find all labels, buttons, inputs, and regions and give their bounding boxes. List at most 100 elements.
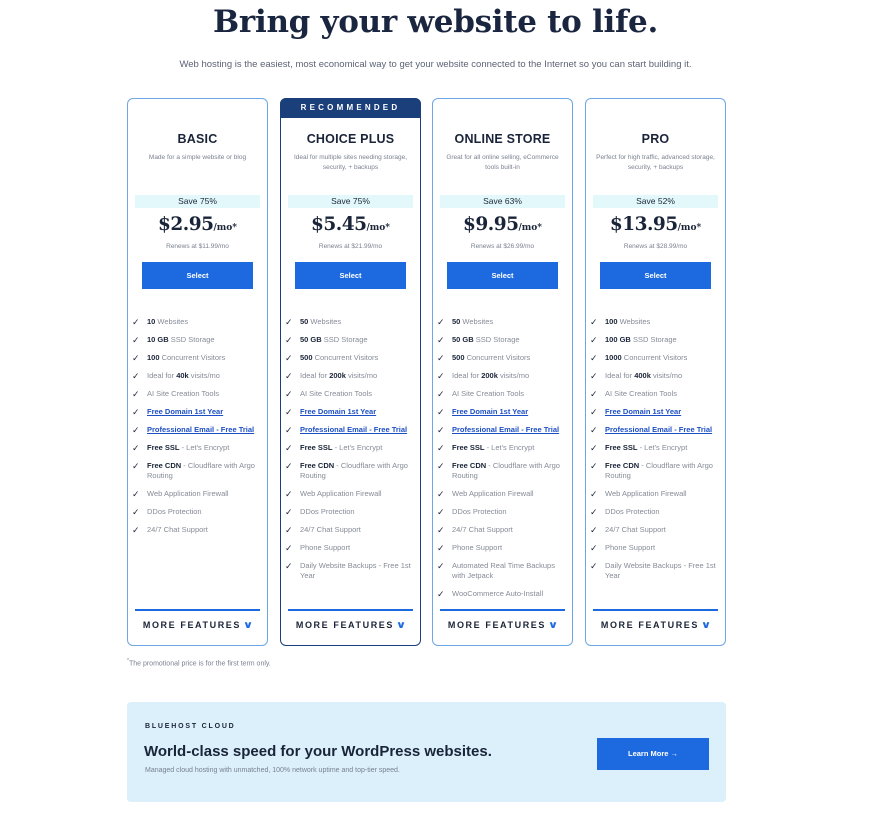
feature-highlight: Free SSL [300,443,333,452]
feature-item[interactable]: ✓ Free Domain 1st Year [590,407,721,417]
feature-highlight: Free SSL [452,443,485,452]
cloud-eyebrow: BLUEHOST CLOUD [145,723,236,730]
feature-text: 24/7 Chat Support [300,525,361,534]
learn-more-button[interactable]: Learn More → [597,738,709,770]
feature-item[interactable]: ✓ Free Domain 1st Year [285,407,416,417]
check-icon: ✓ [285,335,293,345]
feature-text: Phone Support [300,543,351,552]
save-badge: Save 75% [288,195,413,208]
feature-item: ✓ Free SSL - Let's Encrypt [285,443,416,453]
check-icon: ✓ [590,389,598,399]
plan-card-pro: PRO Perfect for high traffic, advanced s… [585,98,726,646]
check-icon: ✓ [590,543,598,553]
feature-text: 24/7 Chat Support [452,525,513,534]
check-icon: ✓ [132,461,140,471]
feature-item: ✓ Free CDN - Cloudflare with Argo Routing [590,461,721,481]
feature-item: ✓ DDos Protection [590,507,721,517]
feature-item: ✓ 500 Concurrent Visitors [437,353,568,363]
save-badge: Save 52% [593,195,718,208]
feature-link[interactable]: Professional Email - Free Trial [452,425,559,434]
feature-item: ✓ Ideal for 400k visits/mo [590,371,721,381]
feature-item: ✓ AI Site Creation Tools [285,389,416,399]
renewal-price: Renews at $11.99/mo [166,243,229,250]
feature-text: Concurrent Visitors [464,353,531,362]
feature-text: Web Application Firewall [300,489,382,498]
feature-list: ✓ 50 Websites ✓ 50 GB SSD Storage ✓ 500 Concu… [437,317,568,607]
price-amount: $13.95 [609,214,678,235]
more-features-toggle[interactable]: MORE FEATURES ∨ [128,620,267,631]
more-features-toggle[interactable]: MORE FEATURES ∨ [586,620,725,631]
feature-link[interactable]: Professional Email - Free Trial [147,425,254,434]
plan-price: $5.45/mo* [281,214,420,235]
feature-item[interactable]: ✓ Professional Email - Free Trial [590,425,721,435]
feature-text: SSD Storage [630,335,677,344]
feature-highlight: 1000 [605,353,622,362]
check-icon: ✓ [285,371,293,381]
check-icon: ✓ [590,425,598,435]
more-features-toggle[interactable]: MORE FEATURES ∨ [433,620,572,631]
feature-text: Websites [308,317,342,326]
plan-description: Made for a simple website or blog [148,154,247,161]
feature-item[interactable]: ✓ Professional Email - Free Trial [285,425,416,435]
check-icon: ✓ [590,443,598,453]
plan-price: $2.95/mo* [128,214,267,235]
feature-item: ✓ Automated Real Time Backups with Jetpac… [437,561,568,581]
check-icon: ✓ [437,407,445,417]
feature-highlight: 10 GB [147,335,169,344]
renewal-price: Renews at $28.99/mo [623,243,688,250]
cloud-promo-banner: BLUEHOST CLOUD World-class speed for you… [127,702,726,802]
feature-highlight: Free CDN [605,461,640,470]
feature-text: Websites [460,317,494,326]
feature-highlight: Free CDN [147,461,182,470]
check-icon: ✓ [285,507,293,517]
select-plan-button[interactable]: Select [142,262,253,289]
feature-text: SSD Storage [473,335,520,344]
promo-footnote: *The promotional price is for the first … [127,658,271,667]
feature-item: ✓ 100 GB SSD Storage [590,335,721,345]
feature-item[interactable]: ✓ Free Domain 1st Year [132,407,263,417]
feature-text: Daily Website Backups - Free 1st Year [300,561,411,580]
feature-link[interactable]: Free Domain 1st Year [147,407,223,416]
plan-description: Perfect for high traffic, advanced stora… [596,154,715,171]
feature-link[interactable]: Professional Email - Free Trial [605,425,712,434]
feature-text: SSD Storage [168,335,215,344]
more-features-label: MORE FEATURES [295,620,394,630]
feature-text: DDos Protection [147,507,202,516]
more-features-label: MORE FEATURES [447,620,546,630]
save-badge: Save 63% [440,195,565,208]
check-icon: ✓ [285,407,293,417]
select-plan-button[interactable]: Select [447,262,558,289]
select-plan-button[interactable]: Select [295,262,406,289]
feature-text: 24/7 Chat Support [147,525,208,534]
plan-card-online-store: ONLINE STORE Great for all online sellin… [432,98,573,646]
feature-item[interactable]: ✓ Professional Email - Free Trial [437,425,568,435]
feature-item[interactable]: ✓ Professional Email - Free Trial [132,425,263,435]
feature-item: ✓ Web Application Firewall [132,489,263,499]
feature-text: Websites [155,317,189,326]
plan-description: Ideal for multiple sites needing storage… [293,154,408,171]
feature-item: ✓ Phone Support [437,543,568,553]
feature-highlight: 100 [605,317,618,326]
feature-link[interactable]: Free Domain 1st Year [452,407,528,416]
feature-item: ✓ 50 Websites [285,317,416,327]
feature-link[interactable]: Professional Email - Free Trial [300,425,407,434]
feature-item: ✓ 24/7 Chat Support [285,525,416,535]
page-title: Bring your website to life. [213,4,658,40]
feature-text: Daily Website Backups - Free 1st Year [605,561,716,580]
feature-link[interactable]: Free Domain 1st Year [605,407,681,416]
divider [440,609,565,611]
more-features-toggle[interactable]: MORE FEATURES ∨ [281,620,420,631]
renewal-price: Renews at $21.99/mo [318,243,383,250]
select-plan-button[interactable]: Select [600,262,711,289]
feature-item: ✓ Daily Website Backups - Free 1st Year [590,561,721,581]
feature-text: Web Application Firewall [605,489,687,498]
feature-item: ✓ 1000 Concurrent Visitors [590,353,721,363]
check-icon: ✓ [132,389,140,399]
plan-price: $13.95/mo* [586,214,725,235]
plan-name: ONLINE STORE [454,132,551,146]
feature-link[interactable]: Free Domain 1st Year [300,407,376,416]
arrow-right-icon: → [670,749,679,758]
feature-item: ✓ Free SSL - Let's Encrypt [590,443,721,453]
feature-item[interactable]: ✓ Free Domain 1st Year [437,407,568,417]
feature-item: ✓ 10 GB SSD Storage [132,335,263,345]
